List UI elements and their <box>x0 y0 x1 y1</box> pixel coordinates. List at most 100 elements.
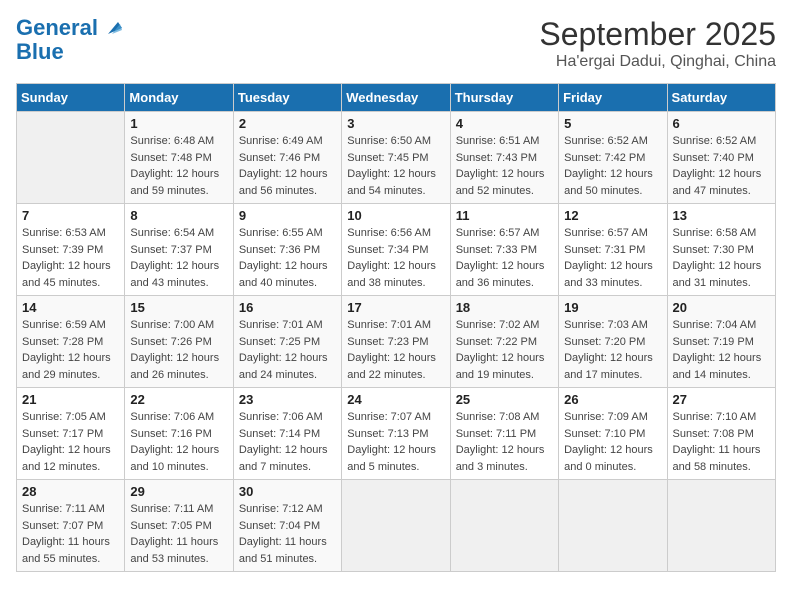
day-number: 9 <box>239 208 336 223</box>
day-number: 5 <box>564 116 661 131</box>
calendar-cell: 11 Sunrise: 6:57 AM Sunset: 7:33 PM Dayli… <box>450 204 558 296</box>
day-number: 8 <box>130 208 227 223</box>
day-number: 1 <box>130 116 227 131</box>
title-block: September 2025 Ha'ergai Dadui, Qinghai, … <box>539 16 776 71</box>
day-info: Sunrise: 7:06 AM Sunset: 7:16 PM Dayligh… <box>130 409 227 475</box>
day-number: 10 <box>347 208 444 223</box>
calendar-cell: 15 Sunrise: 7:00 AM Sunset: 7:26 PM Dayli… <box>125 296 233 388</box>
day-info: Sunrise: 7:12 AM Sunset: 7:04 PM Dayligh… <box>239 501 336 567</box>
day-number: 6 <box>673 116 770 131</box>
day-number: 23 <box>239 392 336 407</box>
calendar-cell: 25 Sunrise: 7:08 AM Sunset: 7:11 PM Dayli… <box>450 388 558 480</box>
day-info: Sunrise: 7:05 AM Sunset: 7:17 PM Dayligh… <box>22 409 119 475</box>
day-number: 18 <box>456 300 553 315</box>
logo-text-general: General <box>16 16 98 40</box>
day-info: Sunrise: 6:49 AM Sunset: 7:46 PM Dayligh… <box>239 133 336 199</box>
day-info: Sunrise: 7:03 AM Sunset: 7:20 PM Dayligh… <box>564 317 661 383</box>
day-info: Sunrise: 7:08 AM Sunset: 7:11 PM Dayligh… <box>456 409 553 475</box>
calendar-cell: 1Sunrise: 6:48 AM Sunset: 7:48 PM Daylig… <box>125 112 233 204</box>
calendar-cell: 21 Sunrise: 7:05 AM Sunset: 7:17 PM Dayli… <box>17 388 125 480</box>
day-number: 26 <box>564 392 661 407</box>
calendar-cell: 30 Sunrise: 7:12 AM Sunset: 7:04 PM Dayli… <box>233 480 341 572</box>
day-info: Sunrise: 7:10 AM Sunset: 7:08 PM Dayligh… <box>673 409 770 475</box>
calendar-week-row: 28Sunrise: 7:11 AM Sunset: 7:07 PM Dayli… <box>17 480 776 572</box>
calendar-cell: 27Sunrise: 7:10 AM Sunset: 7:08 PM Dayli… <box>667 388 775 480</box>
calendar-cell: 8Sunrise: 6:54 AM Sunset: 7:37 PM Daylig… <box>125 204 233 296</box>
day-number: 7 <box>22 208 119 223</box>
day-info: Sunrise: 6:57 AM Sunset: 7:33 PM Dayligh… <box>456 225 553 291</box>
logo: General Blue <box>16 16 122 64</box>
day-info: Sunrise: 6:52 AM Sunset: 7:42 PM Dayligh… <box>564 133 661 199</box>
calendar-week-row: 7 Sunrise: 6:53 AM Sunset: 7:39 PM Daylig… <box>17 204 776 296</box>
day-info: Sunrise: 7:01 AM Sunset: 7:25 PM Dayligh… <box>239 317 336 383</box>
day-info: Sunrise: 6:57 AM Sunset: 7:31 PM Dayligh… <box>564 225 661 291</box>
calendar-cell: 12 Sunrise: 6:57 AM Sunset: 7:31 PM Dayli… <box>559 204 667 296</box>
calendar-cell: 16 Sunrise: 7:01 AM Sunset: 7:25 PM Dayli… <box>233 296 341 388</box>
day-number: 22 <box>130 392 227 407</box>
calendar-cell <box>17 112 125 204</box>
calendar-cell <box>342 480 450 572</box>
day-number: 4 <box>456 116 553 131</box>
calendar-cell: 29 Sunrise: 7:11 AM Sunset: 7:05 PM Dayli… <box>125 480 233 572</box>
calendar-cell: 5 Sunrise: 6:52 AM Sunset: 7:42 PM Daylig… <box>559 112 667 204</box>
day-number: 19 <box>564 300 661 315</box>
calendar-header-cell: Tuesday <box>233 84 341 112</box>
calendar-week-row: 14Sunrise: 6:59 AM Sunset: 7:28 PM Dayli… <box>17 296 776 388</box>
day-info: Sunrise: 6:59 AM Sunset: 7:28 PM Dayligh… <box>22 317 119 383</box>
day-number: 2 <box>239 116 336 131</box>
calendar-cell: 3Sunrise: 6:50 AM Sunset: 7:45 PM Daylig… <box>342 112 450 204</box>
day-info: Sunrise: 7:09 AM Sunset: 7:10 PM Dayligh… <box>564 409 661 475</box>
calendar-cell: 14Sunrise: 6:59 AM Sunset: 7:28 PM Dayli… <box>17 296 125 388</box>
day-number: 25 <box>456 392 553 407</box>
calendar-cell: 18Sunrise: 7:02 AM Sunset: 7:22 PM Dayli… <box>450 296 558 388</box>
calendar-week-row: 1Sunrise: 6:48 AM Sunset: 7:48 PM Daylig… <box>17 112 776 204</box>
calendar-cell: 26 Sunrise: 7:09 AM Sunset: 7:10 PM Dayli… <box>559 388 667 480</box>
calendar-cell: 13Sunrise: 6:58 AM Sunset: 7:30 PM Dayli… <box>667 204 775 296</box>
calendar-header-row: SundayMondayTuesdayWednesdayThursdayFrid… <box>17 84 776 112</box>
day-number: 13 <box>673 208 770 223</box>
calendar-cell: 6 Sunrise: 6:52 AM Sunset: 7:40 PM Daylig… <box>667 112 775 204</box>
day-info: Sunrise: 7:01 AM Sunset: 7:23 PM Dayligh… <box>347 317 444 383</box>
day-info: Sunrise: 6:52 AM Sunset: 7:40 PM Dayligh… <box>673 133 770 199</box>
day-info: Sunrise: 6:51 AM Sunset: 7:43 PM Dayligh… <box>456 133 553 199</box>
logo-bird-icon <box>100 16 122 38</box>
calendar-cell: 2 Sunrise: 6:49 AM Sunset: 7:46 PM Daylig… <box>233 112 341 204</box>
day-number: 29 <box>130 484 227 499</box>
calendar-week-row: 21 Sunrise: 7:05 AM Sunset: 7:17 PM Dayli… <box>17 388 776 480</box>
day-number: 3 <box>347 116 444 131</box>
logo-text-blue: Blue <box>16 40 64 64</box>
day-number: 16 <box>239 300 336 315</box>
day-number: 11 <box>456 208 553 223</box>
page-header: General Blue September 2025 Ha'ergai Dad… <box>16 16 776 71</box>
calendar-cell: 28Sunrise: 7:11 AM Sunset: 7:07 PM Dayli… <box>17 480 125 572</box>
day-info: Sunrise: 6:53 AM Sunset: 7:39 PM Dayligh… <box>22 225 119 291</box>
day-info: Sunrise: 6:56 AM Sunset: 7:34 PM Dayligh… <box>347 225 444 291</box>
calendar-cell: 24Sunrise: 7:07 AM Sunset: 7:13 PM Dayli… <box>342 388 450 480</box>
day-number: 15 <box>130 300 227 315</box>
calendar-cell: 4 Sunrise: 6:51 AM Sunset: 7:43 PM Daylig… <box>450 112 558 204</box>
day-info: Sunrise: 7:07 AM Sunset: 7:13 PM Dayligh… <box>347 409 444 475</box>
location-subtitle: Ha'ergai Dadui, Qinghai, China <box>539 53 776 71</box>
calendar-cell: 10 Sunrise: 6:56 AM Sunset: 7:34 PM Dayli… <box>342 204 450 296</box>
calendar-cell: 7 Sunrise: 6:53 AM Sunset: 7:39 PM Daylig… <box>17 204 125 296</box>
calendar-cell: 22 Sunrise: 7:06 AM Sunset: 7:16 PM Dayli… <box>125 388 233 480</box>
day-info: Sunrise: 7:11 AM Sunset: 7:05 PM Dayligh… <box>130 501 227 567</box>
day-number: 12 <box>564 208 661 223</box>
day-info: Sunrise: 7:04 AM Sunset: 7:19 PM Dayligh… <box>673 317 770 383</box>
calendar-body: 1Sunrise: 6:48 AM Sunset: 7:48 PM Daylig… <box>17 112 776 572</box>
calendar-header-cell: Saturday <box>667 84 775 112</box>
calendar-header-cell: Monday <box>125 84 233 112</box>
calendar-cell <box>559 480 667 572</box>
day-info: Sunrise: 7:11 AM Sunset: 7:07 PM Dayligh… <box>22 501 119 567</box>
day-number: 30 <box>239 484 336 499</box>
calendar-cell: 19 Sunrise: 7:03 AM Sunset: 7:20 PM Dayli… <box>559 296 667 388</box>
day-number: 17 <box>347 300 444 315</box>
calendar-cell: 9Sunrise: 6:55 AM Sunset: 7:36 PM Daylig… <box>233 204 341 296</box>
calendar-header-cell: Sunday <box>17 84 125 112</box>
calendar-cell: 20 Sunrise: 7:04 AM Sunset: 7:19 PM Dayli… <box>667 296 775 388</box>
calendar-cell: 17 Sunrise: 7:01 AM Sunset: 7:23 PM Dayli… <box>342 296 450 388</box>
day-number: 21 <box>22 392 119 407</box>
day-number: 20 <box>673 300 770 315</box>
calendar-cell: 23Sunrise: 7:06 AM Sunset: 7:14 PM Dayli… <box>233 388 341 480</box>
day-info: Sunrise: 7:00 AM Sunset: 7:26 PM Dayligh… <box>130 317 227 383</box>
